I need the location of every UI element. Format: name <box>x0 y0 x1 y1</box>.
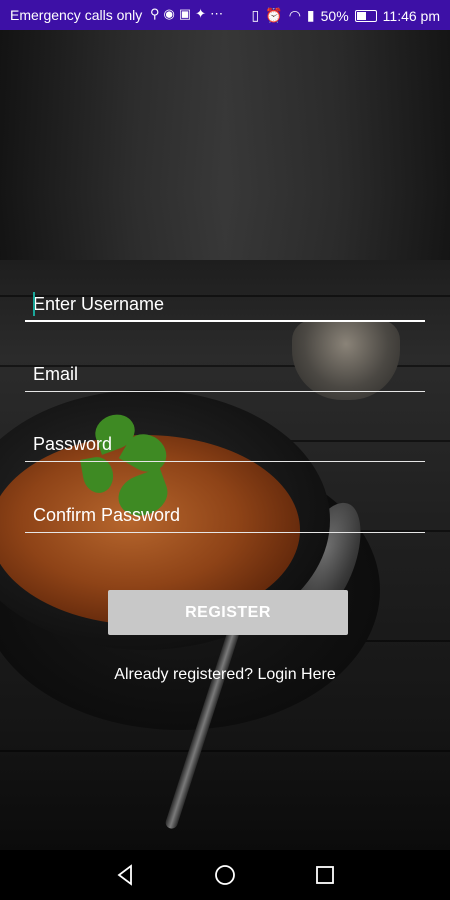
username-field-container <box>25 288 425 322</box>
back-icon[interactable] <box>113 863 137 887</box>
home-icon[interactable] <box>213 863 237 887</box>
email-field-container <box>25 358 425 392</box>
password-input[interactable] <box>25 428 425 460</box>
login-link[interactable]: Already registered? Login Here <box>0 666 450 684</box>
username-input[interactable] <box>25 288 425 320</box>
text-cursor <box>33 292 35 316</box>
password-field-container <box>25 428 425 462</box>
password-underline <box>25 461 425 462</box>
email-underline <box>25 391 425 392</box>
register-form: REGISTER Already registered? Login Here <box>0 0 450 900</box>
username-underline <box>25 320 425 322</box>
confirm-password-field-container <box>25 499 425 533</box>
confirm-password-underline <box>25 532 425 533</box>
recents-icon[interactable] <box>313 863 337 887</box>
register-button[interactable]: REGISTER <box>108 590 348 635</box>
confirm-password-input[interactable] <box>25 499 425 531</box>
navigation-bar <box>0 850 450 900</box>
email-input[interactable] <box>25 358 425 390</box>
